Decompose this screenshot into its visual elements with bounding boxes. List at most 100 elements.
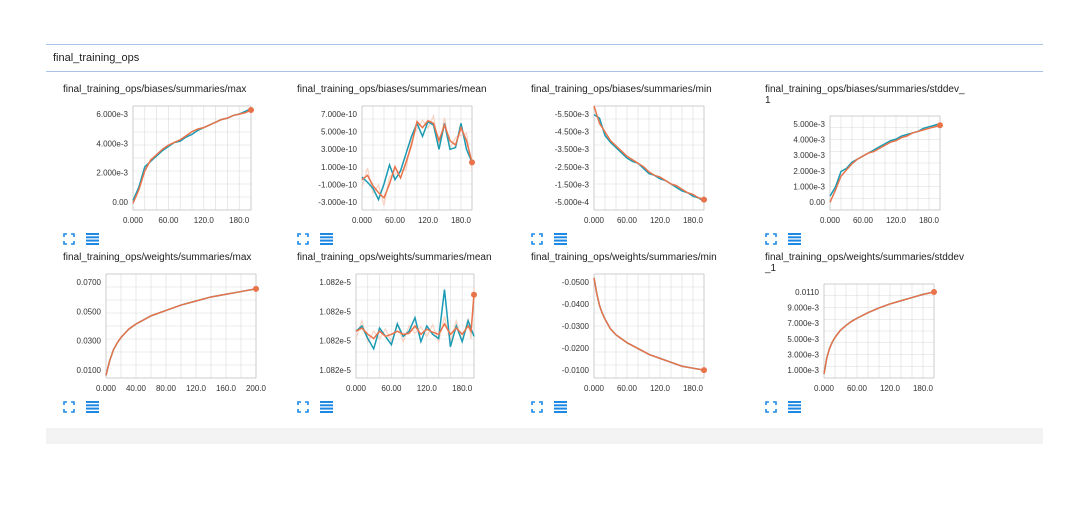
- grid: [105, 273, 257, 379]
- list-icon[interactable]: [554, 232, 568, 246]
- chart-card: final_training_ops/biases/summaries/stdd…: [748, 84, 982, 249]
- line-chart[interactable]: 0.000 60.00 120.0 180.0 -0.0100 -0.0200 -0.030…: [514, 252, 748, 397]
- list-icon[interactable]: [554, 400, 568, 414]
- y-tick-label: 2.000e-3: [793, 167, 825, 176]
- fullscreen-icon[interactable]: [765, 232, 779, 246]
- y-tick-label: 1.000e-3: [793, 182, 825, 191]
- series-end-marker[interactable]: [701, 196, 707, 203]
- x-tick-label: 0.000: [814, 384, 835, 393]
- x-tick-label: 60.00: [385, 216, 406, 225]
- y-tick-label: 5.000e-3: [793, 120, 825, 129]
- grid: [132, 105, 252, 211]
- line-chart[interactable]: 0.000 60.00 120.0 180.0 1.000e-3 3.000e-3 5.00…: [748, 252, 982, 397]
- x-tick-label: 0.000: [584, 384, 605, 393]
- y-tick-label: 1.082e-5: [319, 337, 351, 346]
- y-tick-label: 1.000e-10: [321, 163, 358, 172]
- y-tick-label: 2.000e-3: [96, 169, 128, 178]
- fullscreen-icon[interactable]: [531, 232, 545, 246]
- y-tick-label: 0.0100: [77, 366, 102, 375]
- y-tick-label: -0.0500: [562, 278, 590, 287]
- fullscreen-icon[interactable]: [297, 400, 311, 414]
- fullscreen-icon[interactable]: [63, 400, 77, 414]
- grid: [593, 105, 705, 211]
- y-tick-label: 0.0110: [795, 288, 819, 297]
- x-tick-label: 120.0: [186, 384, 207, 393]
- x-tick-label: 120.0: [886, 216, 907, 225]
- x-tick-label: 180.0: [451, 216, 472, 225]
- y-tick-label: 0.0300: [77, 337, 102, 346]
- chart-card: final_training_ops/weights/summaries/min…: [514, 252, 748, 417]
- line-chart[interactable]: 0.000 40.00 80.00 120.0 160.0 200.0 0.0100 0.03…: [46, 252, 280, 397]
- grid: [593, 273, 705, 379]
- x-tick-label: 120.0: [650, 216, 671, 225]
- y-tick-label: 7.000e-10: [321, 110, 358, 119]
- y-tick-label: 4.000e-3: [96, 139, 128, 148]
- line-chart[interactable]: 0.000 60.00 120.0 180.0 0.00 2.000e-3 4.000e-3…: [46, 84, 280, 229]
- line-chart[interactable]: 0.000 60.00 120.0 180.0 1.082e-5 1.082e-5 1.08…: [280, 252, 514, 397]
- x-tick-label: 120.0: [880, 384, 901, 393]
- line-chart[interactable]: 0.000 60.00 120.0 180.0 -5.000e-4 -1.500e-3 -2…: [514, 84, 748, 229]
- list-icon[interactable]: [788, 232, 802, 246]
- fullscreen-icon[interactable]: [297, 232, 311, 246]
- y-tick-label: 0.0700: [77, 278, 102, 287]
- y-tick-label: 0.00: [112, 198, 128, 207]
- x-tick-label: 0.000: [123, 216, 144, 225]
- x-tick-label: 60.00: [847, 384, 868, 393]
- series-end-marker[interactable]: [248, 107, 254, 114]
- series-end-marker[interactable]: [253, 285, 259, 292]
- series-end-marker[interactable]: [931, 288, 937, 295]
- y-tick-label: 1.000e-3: [787, 366, 819, 375]
- x-tick-label: 180.0: [683, 384, 704, 393]
- chart-card: final_training_ops/biases/summaries/max 0…: [46, 84, 280, 249]
- line-chart[interactable]: 0.000 60.00 120.0 180.0 0.00 1.000e-3 2.000e-3…: [748, 84, 982, 229]
- series-end-marker[interactable]: [937, 122, 943, 129]
- x-tick-label: 120.0: [417, 384, 438, 393]
- x-tick-label: 60.00: [381, 384, 402, 393]
- y-tick-label: -0.0400: [562, 300, 590, 309]
- y-tick-label: -1.000e-10: [318, 180, 357, 189]
- list-icon[interactable]: [86, 232, 100, 246]
- y-tick-label: 0.00: [809, 198, 825, 207]
- x-tick-label: 120.0: [650, 384, 671, 393]
- x-tick-label: 120.0: [194, 216, 215, 225]
- series-end-marker[interactable]: [469, 159, 475, 166]
- series-end-marker[interactable]: [701, 367, 707, 374]
- section-footer: [46, 428, 1043, 444]
- y-tick-label: 0.0500: [77, 307, 102, 316]
- y-tick-label: 6.000e-3: [96, 110, 128, 119]
- y-tick-label: 1.082e-5: [319, 366, 351, 375]
- y-tick-label: -0.0200: [562, 344, 590, 353]
- list-icon[interactable]: [788, 400, 802, 414]
- x-tick-label: 60.00: [617, 384, 638, 393]
- series-end-marker[interactable]: [471, 291, 477, 298]
- y-tick-label: -5.000e-4: [555, 198, 590, 207]
- x-tick-label: 180.0: [452, 384, 473, 393]
- list-icon[interactable]: [320, 400, 334, 414]
- y-tick-label: 5.000e-10: [321, 128, 358, 137]
- chart-card: final_training_ops/weights/summaries/max…: [46, 252, 280, 417]
- line-chart[interactable]: 0.000 60.00 120.0 180.0 -3.000e-10 -1.000e-10…: [280, 84, 514, 229]
- x-tick-label: 200.0: [246, 384, 267, 393]
- chart-card: final_training_ops/biases/summaries/mean…: [280, 84, 514, 249]
- y-tick-label: -1.500e-3: [555, 180, 590, 189]
- list-icon[interactable]: [86, 400, 100, 414]
- x-tick-label: 60.00: [158, 216, 179, 225]
- section-header[interactable]: final_training_ops: [46, 44, 1043, 72]
- x-tick-label: 40.00: [126, 384, 147, 393]
- y-tick-label: 3.000e-3: [793, 151, 825, 160]
- x-tick-label: 60.00: [853, 216, 874, 225]
- fullscreen-icon[interactable]: [63, 232, 77, 246]
- fullscreen-icon[interactable]: [765, 400, 779, 414]
- y-tick-label: -5.500e-3: [555, 110, 590, 119]
- x-tick-label: 80.00: [156, 384, 177, 393]
- y-tick-label: -3.500e-3: [555, 145, 590, 154]
- x-tick-label: 0.000: [352, 216, 373, 225]
- list-icon[interactable]: [320, 232, 334, 246]
- x-tick-label: 0.000: [346, 384, 367, 393]
- y-tick-label: 7.000e-3: [787, 319, 819, 328]
- y-tick-label: 3.000e-3: [787, 350, 819, 359]
- y-tick-label: 5.000e-3: [787, 335, 819, 344]
- y-tick-label: -2.500e-3: [555, 163, 590, 172]
- fullscreen-icon[interactable]: [531, 400, 545, 414]
- chart-card: final_training_ops/biases/summaries/min 0…: [514, 84, 748, 249]
